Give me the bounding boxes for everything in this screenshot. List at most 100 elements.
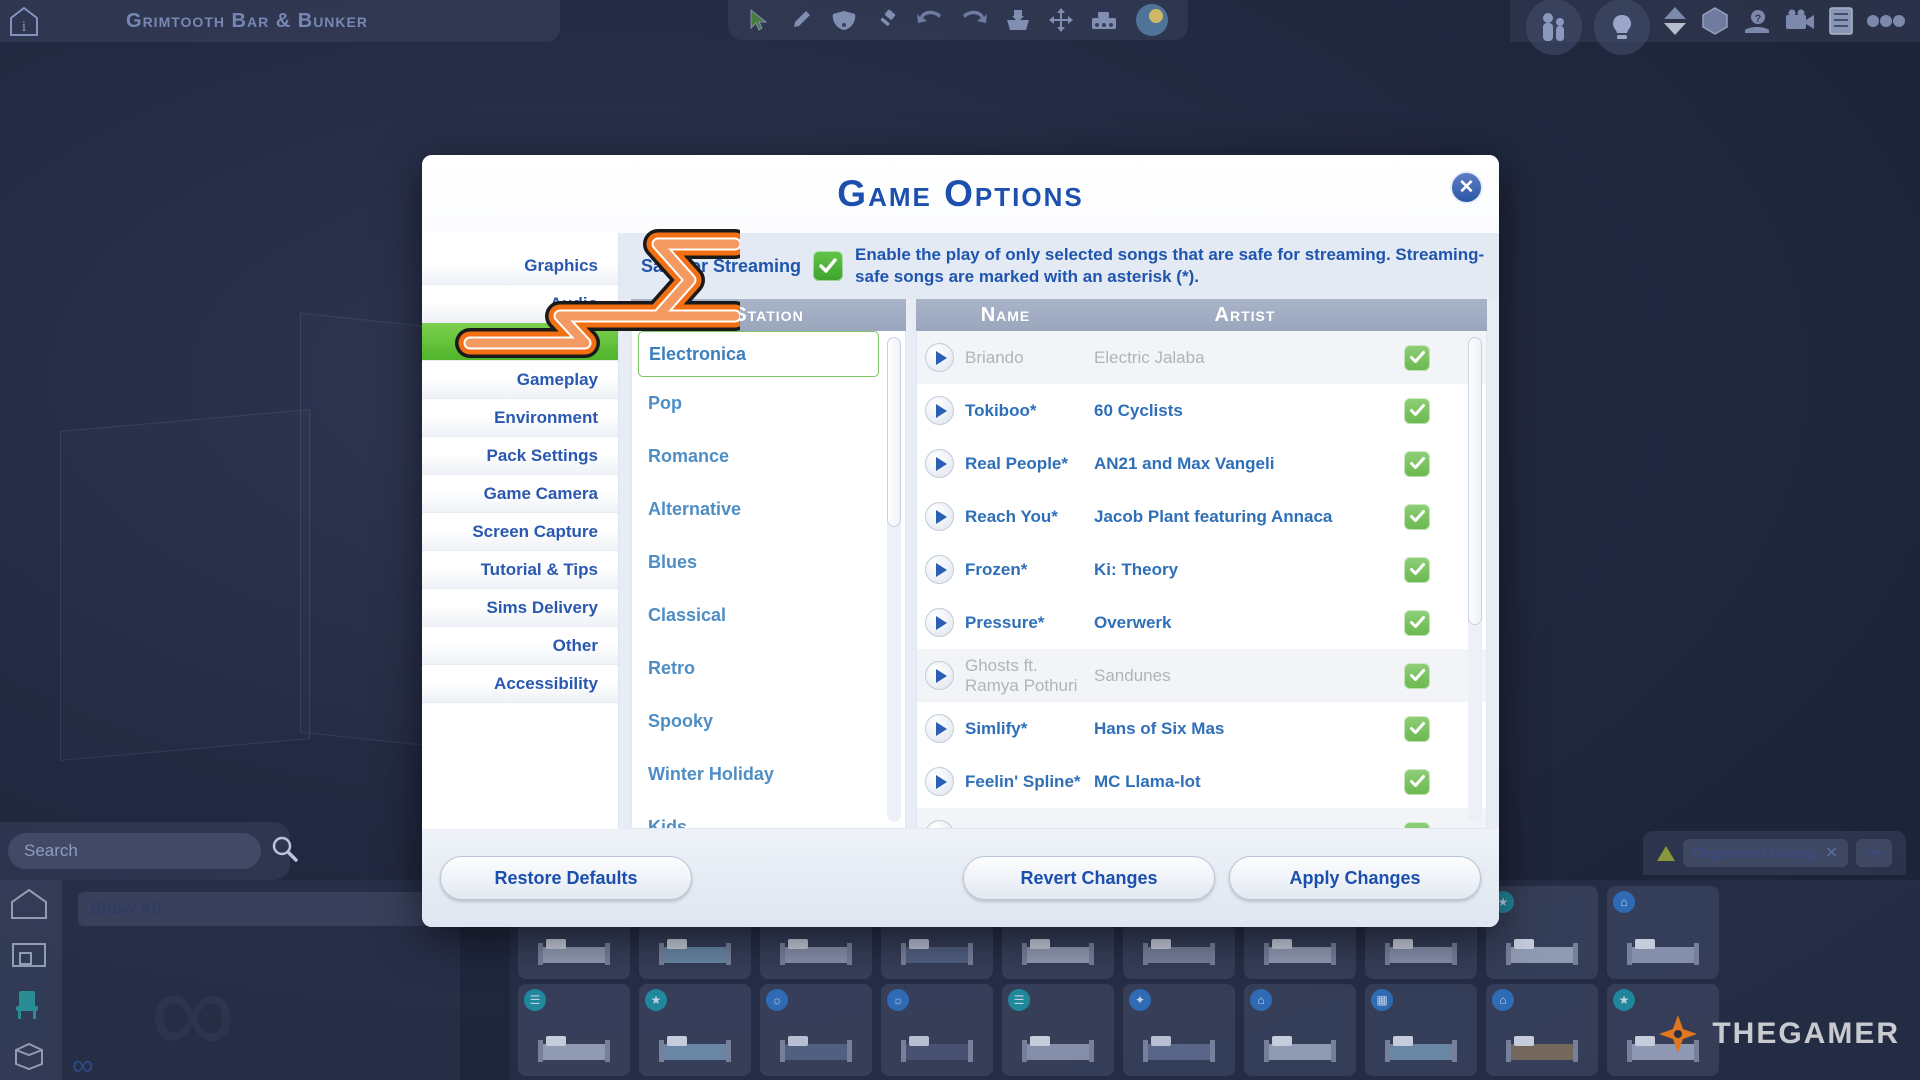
- station-scrollbar-track[interactable]: [887, 337, 901, 822]
- station-row[interactable]: Winter Holiday: [632, 748, 905, 801]
- table-row[interactable]: Frozen* Ki: Theory: [917, 543, 1486, 596]
- foundation-icon[interactable]: [1091, 9, 1117, 31]
- cursor-icon[interactable]: [747, 8, 771, 32]
- catalog-item[interactable]: ☼: [881, 983, 993, 1076]
- play-icon[interactable]: [925, 502, 954, 531]
- infinity-icon[interactable]: ∞: [72, 1051, 93, 1080]
- sidebar-item-tutorial-tips[interactable]: Tutorial & Tips: [422, 551, 618, 589]
- close-icon[interactable]: ✕: [1825, 843, 1838, 863]
- safe-for-streaming-checkbox[interactable]: [813, 251, 844, 281]
- catalog-item[interactable]: ⌂: [1244, 983, 1356, 1076]
- song-checkbox[interactable]: [1404, 556, 1430, 583]
- sims-group-icon[interactable]: [1526, 0, 1582, 55]
- station-row[interactable]: Alternative: [632, 483, 905, 536]
- house-icon[interactable]: [8, 886, 54, 926]
- sidebar-item-sims-delivery[interactable]: Sims Delivery: [422, 589, 618, 627]
- close-button[interactable]: ✕: [1450, 171, 1483, 204]
- station-row[interactable]: Romance: [632, 430, 905, 483]
- table-row[interactable]: Ghosts ft. Ramya Pothuri Sandunes: [917, 649, 1486, 702]
- station-row[interactable]: Pop: [632, 377, 905, 430]
- undo-icon[interactable]: [917, 9, 943, 31]
- sidebar-item-screen-capture[interactable]: Screen Capture: [422, 513, 618, 551]
- catalog-item[interactable]: ☰: [518, 983, 630, 1076]
- play-icon[interactable]: [925, 343, 954, 372]
- catalog-item[interactable]: ☼: [760, 983, 872, 1076]
- sidebar-item-audio[interactable]: Audio: [422, 285, 618, 323]
- table-row[interactable]: Real People* AN21 and Max Vangeli: [917, 437, 1486, 490]
- play-icon[interactable]: [925, 820, 954, 828]
- catalog-item[interactable]: ✦: [1123, 983, 1235, 1076]
- table-row[interactable]: Tokiboo* 60 Cyclists: [917, 384, 1486, 437]
- song-checkbox[interactable]: [1404, 344, 1430, 371]
- room-icon[interactable]: [8, 936, 54, 976]
- table-row[interactable]: Feelin' Spline* MC Llama-lot: [917, 755, 1486, 808]
- station-scrollbar-thumb[interactable]: [887, 337, 901, 527]
- station-row[interactable]: Classical: [632, 589, 905, 642]
- songs-scrollbar-thumb[interactable]: [1468, 337, 1482, 625]
- sidebar-item-pack-settings[interactable]: Pack Settings: [422, 437, 618, 475]
- station-row[interactable]: Spooky: [632, 695, 905, 748]
- revert-changes-button[interactable]: Revert Changes: [963, 856, 1215, 900]
- song-checkbox[interactable]: [1404, 397, 1430, 424]
- table-row[interactable]: Reach You* Jacob Plant featuring Annaca: [917, 490, 1486, 543]
- play-icon[interactable]: [925, 767, 954, 796]
- house-info-icon[interactable]: i: [4, 3, 44, 39]
- sidebar-item-game-camera[interactable]: Game Camera: [422, 475, 618, 513]
- station-row[interactable]: Blues: [632, 536, 905, 589]
- catalog-item[interactable]: ⌂: [1607, 886, 1719, 979]
- catalog-item[interactable]: ★: [1486, 886, 1598, 979]
- song-checkbox[interactable]: [1404, 450, 1430, 477]
- more-options-icon[interactable]: [1866, 13, 1906, 29]
- station-row[interactable]: Electronica: [638, 331, 879, 377]
- play-icon[interactable]: [925, 608, 954, 637]
- song-checkbox[interactable]: [1404, 768, 1430, 795]
- table-row[interactable]: Pressure* Overwerk: [917, 596, 1486, 649]
- swatch-fan-icon[interactable]: [831, 8, 857, 32]
- redo-icon[interactable]: [961, 9, 987, 31]
- table-row[interactable]: Beautiful Now Zedd: [917, 808, 1486, 828]
- sidebar-item-accessibility[interactable]: Accessibility: [422, 665, 618, 703]
- catalog-item[interactable]: ☰: [1002, 983, 1114, 1076]
- save-icon[interactable]: [1005, 8, 1031, 32]
- sidebar-item-graphics[interactable]: Graphics: [422, 247, 618, 285]
- elevation-icon[interactable]: [1662, 6, 1688, 36]
- furniture-chair-icon[interactable]: [8, 986, 54, 1026]
- station-row[interactable]: Retro: [632, 642, 905, 695]
- debug-chip[interactable]: Organized Debug ✕: [1682, 839, 1849, 867]
- sidebar-item-environment[interactable]: Environment: [422, 399, 618, 437]
- search-input[interactable]: [8, 833, 261, 869]
- song-checkbox[interactable]: [1404, 715, 1430, 742]
- song-checkbox[interactable]: [1404, 821, 1430, 828]
- catalog-item[interactable]: ▦: [1365, 983, 1477, 1076]
- catalog-item[interactable]: ★: [639, 983, 751, 1076]
- weather-icon[interactable]: [1135, 3, 1169, 37]
- song-checkbox[interactable]: [1404, 503, 1430, 530]
- sledgehammer-icon[interactable]: [875, 8, 899, 32]
- play-icon[interactable]: [925, 714, 954, 743]
- move-icon[interactable]: [1049, 8, 1073, 32]
- search-icon[interactable]: [269, 834, 299, 869]
- notebook-icon[interactable]: [1828, 6, 1854, 36]
- help-hand-icon[interactable]: ?: [1742, 6, 1772, 36]
- songs-scrollbar-track[interactable]: [1468, 337, 1482, 822]
- sidebar-item-gameplay[interactable]: Gameplay: [422, 361, 618, 399]
- play-icon[interactable]: [925, 396, 954, 425]
- station-row[interactable]: Kids: [632, 801, 905, 828]
- sidebar-item-music[interactable]: Music: [422, 323, 618, 361]
- play-icon[interactable]: [925, 449, 954, 478]
- hex-object-icon[interactable]: [1700, 6, 1730, 36]
- open-box-icon[interactable]: [8, 1036, 54, 1076]
- lightbulb-idea-icon[interactable]: [1594, 0, 1650, 55]
- show-all-filter[interactable]: Show All: [78, 892, 448, 926]
- play-icon[interactable]: [925, 555, 954, 584]
- apply-changes-button[interactable]: Apply Changes: [1229, 856, 1481, 900]
- play-icon[interactable]: [925, 661, 954, 690]
- song-checkbox[interactable]: [1404, 662, 1430, 689]
- catalog-item[interactable]: ⌂: [1486, 983, 1598, 1076]
- camera-icon[interactable]: [1784, 8, 1816, 34]
- table-row[interactable]: Briando Electric Jalaba: [917, 331, 1486, 384]
- table-row[interactable]: Simlify* Hans of Six Mas: [917, 702, 1486, 755]
- song-checkbox[interactable]: [1404, 609, 1430, 636]
- eyedropper-icon[interactable]: [789, 8, 813, 32]
- restore-defaults-button[interactable]: Restore Defaults: [440, 856, 692, 900]
